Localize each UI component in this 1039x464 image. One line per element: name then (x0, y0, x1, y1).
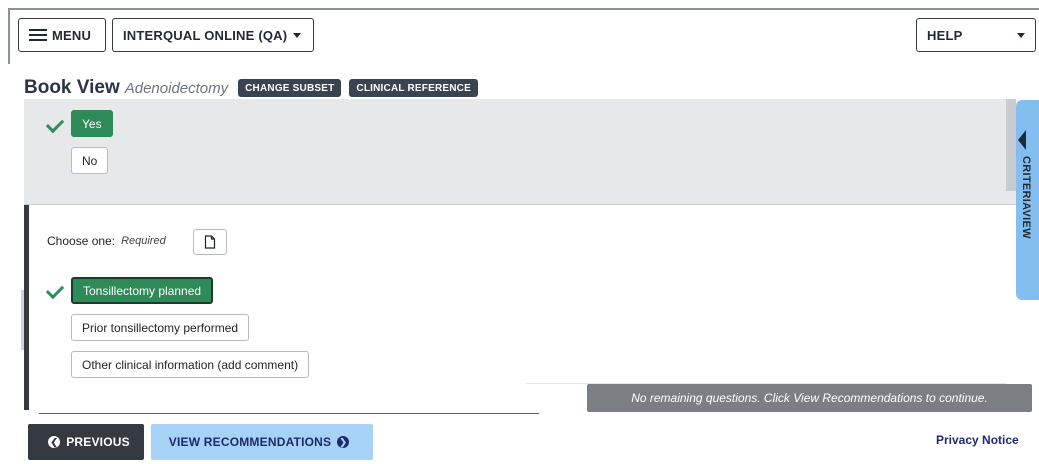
top-bar: MENU INTERQUAL ONLINE (QA) HELP (8, 8, 1039, 64)
clinical-reference-button[interactable]: CLINICAL REFERENCE (349, 79, 478, 97)
arrow-right-circle-icon: ❯ (337, 436, 350, 448)
hamburger-icon (29, 28, 47, 42)
option-yes[interactable]: Yes (71, 110, 113, 137)
answered-question-panel (24, 99, 1016, 205)
previous-label: PREVIOUS (66, 435, 130, 449)
previous-button[interactable]: ❮ PREVIOUS (28, 424, 144, 460)
menu-label: MENU (52, 27, 92, 43)
option-other-clinical-info[interactable]: Other clinical information (add comment) (71, 351, 310, 378)
caret-down-icon (1017, 32, 1025, 38)
option-no[interactable]: No (71, 147, 109, 174)
required-label: Required (121, 235, 166, 247)
divider (39, 413, 539, 414)
arrow-left-circle-icon: ❮ (48, 436, 61, 448)
scrollbar-thumb[interactable] (1006, 99, 1016, 191)
change-subset-button[interactable]: CHANGE SUBSET (238, 79, 342, 97)
divider (21, 290, 24, 350)
checkmark-icon (47, 284, 65, 298)
page-title: Book View (24, 77, 120, 98)
menu-button[interactable]: MENU (18, 18, 106, 52)
title-row: Book View Adenoidectomy CHANGE SUBSET CL… (24, 76, 486, 100)
product-label: INTERQUAL ONLINE (QA) (123, 27, 288, 43)
view-recommendations-button[interactable]: VIEW RECOMMENDATIONS ❯ (151, 424, 373, 460)
criteriaview-label: CRITERIAVIEW (1020, 156, 1032, 239)
option-tonsillectomy-planned[interactable]: Tonsillectomy planned (71, 277, 214, 304)
option-prior-tonsillectomy[interactable]: Prior tonsillectomy performed (71, 314, 250, 341)
help-label: HELP (927, 27, 963, 43)
privacy-notice-link[interactable]: Privacy Notice (936, 433, 1019, 447)
status-notice: No remaining questions. Click View Recom… (587, 384, 1032, 412)
add-comment-button[interactable] (193, 229, 227, 255)
caret-down-icon (293, 32, 302, 38)
help-dropdown[interactable]: HELP (916, 18, 1036, 52)
view-recommendations-label: VIEW RECOMMENDATIONS (168, 435, 332, 449)
active-question-panel (24, 205, 1016, 414)
document-icon (204, 235, 216, 249)
chevron-left-icon (1018, 130, 1026, 150)
criteriaview-tab[interactable]: CRITERIAVIEW (1016, 100, 1039, 300)
question-prompt-text: Choose one: (47, 234, 116, 248)
page-subtitle: Adenoidectomy (124, 79, 229, 97)
product-dropdown[interactable]: INTERQUAL ONLINE (QA) (112, 18, 314, 52)
checkmark-icon (47, 118, 65, 132)
question-prompt: Choose one: Required (47, 234, 166, 248)
